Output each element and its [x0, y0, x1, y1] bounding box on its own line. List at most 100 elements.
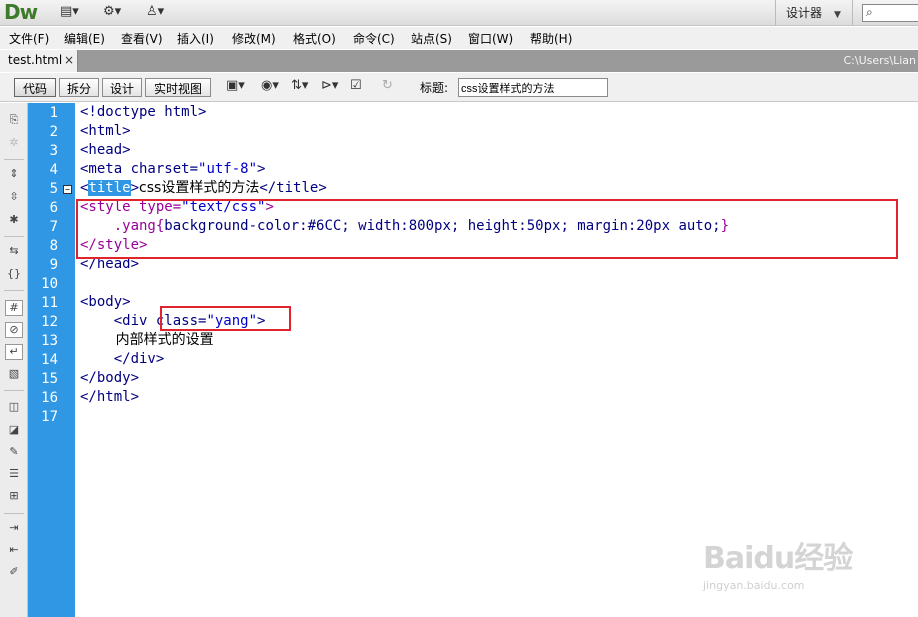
title-label: 标题:: [420, 81, 449, 95]
search-input[interactable]: ⌕: [862, 4, 918, 22]
line-number: 17: [41, 409, 58, 425]
code-token: >: [257, 161, 266, 177]
line-number: 14: [41, 352, 58, 368]
menu-format[interactable]: 格式(O): [293, 30, 336, 47]
class-attribute-highlight: [160, 306, 291, 331]
line-number: 4: [49, 162, 58, 178]
remove-comment-icon[interactable]: ◪: [5, 423, 23, 439]
code-view-button[interactable]: 代码: [14, 78, 56, 97]
watermark-url: jingyan.baidu.com: [703, 579, 805, 592]
site-icon[interactable]: ♙▾: [146, 4, 164, 22]
balance-braces-icon[interactable]: {}: [5, 267, 23, 283]
layout-icon[interactable]: ▤▾: [60, 4, 79, 22]
expand-all-icon[interactable]: ✱: [5, 213, 23, 229]
code-line: <html>: [80, 123, 131, 139]
code-token: </title>: [259, 180, 327, 196]
title-bar: Dw ▤▾ ⚙▾ ♙▾ 设计器 ▼ ⌕: [0, 0, 918, 26]
recent-snippets-icon[interactable]: ☰: [5, 467, 23, 483]
code-token: css设置样式的方法: [139, 180, 260, 196]
close-icon[interactable]: ×: [64, 53, 74, 67]
show-code-navigator-icon[interactable]: ✲: [5, 136, 23, 152]
divider: [4, 159, 24, 160]
line-number: 7: [49, 219, 58, 235]
browser-preview-icon[interactable]: ◉▾: [261, 78, 279, 93]
code-line: </body>: [80, 370, 140, 386]
line-number: 10: [41, 276, 58, 292]
indent-code-icon[interactable]: ⇥: [5, 521, 23, 537]
divider: [4, 236, 24, 237]
coding-toolbar: ⎘ ✲ ⇕ ⇳ ✱ ⇆ {} # ⊘ ↵ ▧ ◫ ◪ ✎ ☰ ⊞ ⇥ ⇤ ✐: [0, 103, 28, 617]
line-number: 5: [49, 181, 58, 197]
menu-edit[interactable]: 编辑(E): [64, 30, 105, 47]
menu-window[interactable]: 窗口(W): [468, 30, 513, 47]
live-view-button[interactable]: 实时视图: [145, 78, 211, 97]
line-number-gutter: 1 2 3 4 5 6 7 8 9 10 11 12 13 14 15 16 1…: [28, 103, 75, 617]
line-number: 2: [49, 124, 58, 140]
code-token: "utf-8": [198, 161, 258, 177]
file-management-icon[interactable]: ⇅▾: [291, 78, 308, 93]
line-number: 6: [49, 200, 58, 216]
design-view-button[interactable]: 设计: [102, 78, 142, 97]
line-number: 11: [41, 295, 58, 311]
line-number: 16: [41, 390, 58, 406]
tab-test-html[interactable]: test.html ×: [0, 50, 78, 72]
line-number: 3: [49, 143, 58, 159]
tab-label: test.html: [8, 53, 63, 67]
refresh-icon[interactable]: ↻: [382, 78, 393, 93]
selected-tag-name: title: [88, 180, 131, 196]
code-line: <title>css设置样式的方法</title>: [80, 179, 327, 198]
menu-bar: 文件(F) 编辑(E) 查看(V) 插入(I) 修改(M) 格式(O) 命令(C…: [0, 27, 918, 49]
visual-aids-icon[interactable]: ☑: [350, 78, 362, 93]
select-parent-tag-icon[interactable]: ⇆: [5, 244, 23, 260]
apply-comment-icon[interactable]: ◫: [5, 400, 23, 416]
outdent-code-icon[interactable]: ⇤: [5, 543, 23, 559]
watermark: Baidu经验 jingyan.baidu.com: [703, 533, 853, 592]
code-line: <body>: [80, 294, 131, 310]
document-title-input[interactable]: [458, 78, 608, 97]
code-line: <head>: [80, 142, 131, 158]
line-numbers-icon[interactable]: #: [5, 300, 23, 316]
syntax-coloring-icon[interactable]: ▧: [5, 367, 23, 383]
collapse-full-tag-icon[interactable]: ⇕: [5, 167, 23, 183]
code-line: <!doctype html>: [80, 104, 207, 120]
style-block-highlight: [76, 199, 898, 259]
chevron-down-icon: ▼: [834, 10, 841, 20]
highlight-invalid-code-icon[interactable]: ⊘: [5, 322, 23, 338]
workspace-switcher[interactable]: 设计器 ▼: [775, 0, 853, 26]
menu-insert[interactable]: 插入(I): [177, 30, 214, 47]
file-path: C:\Users\Lian: [843, 54, 917, 67]
code-line: </div>: [80, 351, 165, 367]
menu-file[interactable]: 文件(F): [9, 30, 49, 47]
divider: [4, 390, 24, 391]
menu-view[interactable]: 查看(V): [121, 30, 163, 47]
menu-help[interactable]: 帮助(H): [530, 30, 572, 47]
gear-icon[interactable]: ⚙▾: [103, 4, 121, 22]
watermark-logo: Baidu经验: [703, 541, 853, 576]
multiscreen-icon[interactable]: ▣▾: [226, 78, 245, 93]
word-wrap-icon[interactable]: ↵: [5, 344, 23, 360]
code-token: >: [130, 180, 140, 196]
line-number: 9: [49, 257, 58, 273]
format-source-icon[interactable]: ✐: [5, 565, 23, 581]
line-number: 1: [49, 105, 58, 121]
document-toolbar: 代码 拆分 设计 实时视图 ▣▾ ◉▾ ⇅▾ ⊳▾ ☑ ↻ 标题:: [0, 73, 918, 102]
menu-site[interactable]: 站点(S): [411, 30, 452, 47]
open-documents-icon[interactable]: ⎘: [5, 113, 23, 129]
workspace-label: 设计器: [786, 6, 823, 20]
split-view-button[interactable]: 拆分: [59, 78, 99, 97]
debug-icon[interactable]: ⊳▾: [321, 78, 338, 93]
collapse-toggle-icon[interactable]: −: [63, 185, 72, 194]
code-line: 内部样式的设置: [80, 332, 214, 348]
line-number: 12: [41, 314, 58, 330]
document-tab-bar: test.html × C:\Users\Lian: [0, 50, 918, 72]
wrap-tag-icon[interactable]: ✎: [5, 445, 23, 461]
move-css-icon[interactable]: ⊞: [5, 489, 23, 505]
divider: [4, 513, 24, 514]
line-number: 15: [41, 371, 58, 387]
line-number: 8: [49, 238, 58, 254]
menu-modify[interactable]: 修改(M): [232, 30, 276, 47]
menu-commands[interactable]: 命令(C): [353, 30, 395, 47]
code-token: <meta charset=: [80, 161, 199, 177]
code-line: <meta charset="utf-8">: [80, 160, 265, 179]
collapse-selection-icon[interactable]: ⇳: [5, 190, 23, 206]
